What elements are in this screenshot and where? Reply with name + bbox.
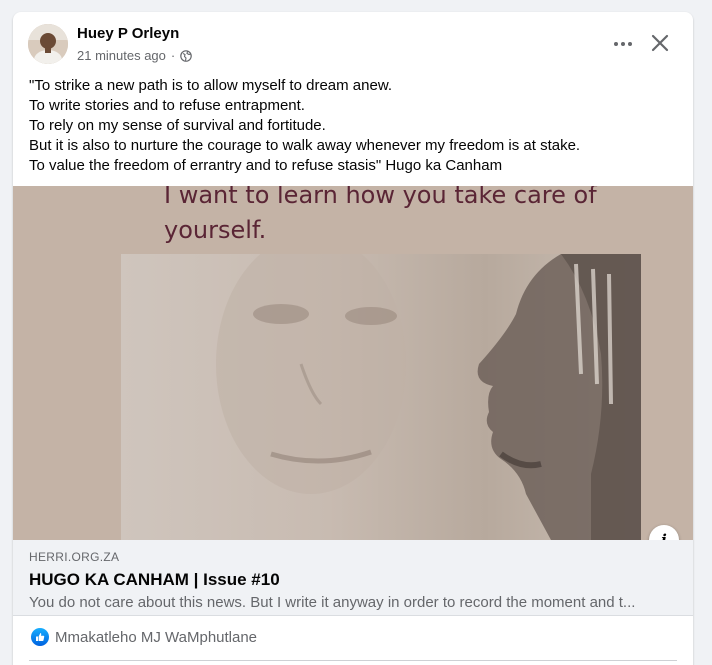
portrait-photo [121, 234, 641, 540]
link-preview-meta[interactable]: HERRI.ORG.ZA HUGO KA CANHAM | Issue #10 … [13, 540, 693, 616]
post-card: Huey P Orleyn 21 minutes ago · "To strik… [13, 12, 693, 665]
link-domain: HERRI.ORG.ZA [29, 550, 120, 564]
link-preview-image[interactable]: I want to learn how you take care of you… [13, 186, 693, 540]
post-text-line: To value the freedom of errantry and to … [29, 157, 503, 174]
globe-icon[interactable] [180, 49, 193, 62]
post-text-line: "To strike a new path is to allow myself… [29, 77, 392, 94]
post-text-line: To write stories and to refuse entrapmen… [29, 97, 305, 114]
info-button[interactable]: i [649, 525, 679, 540]
post-text: "To strike a new path is to allow myself… [29, 76, 679, 176]
post-text-line: To rely on my sense of survival and fort… [29, 117, 326, 134]
more-options-button[interactable] [609, 30, 637, 58]
action-divider [29, 660, 677, 661]
image-caption-text: I want to learn how you take care of you… [164, 186, 597, 244]
post-meta: 21 minutes ago · [77, 48, 193, 63]
link-description: You do not care about this news. But I w… [29, 594, 636, 611]
more-icon [614, 42, 632, 46]
meta-separator: · [170, 48, 176, 63]
close-button[interactable] [645, 28, 675, 58]
close-icon [651, 34, 669, 52]
author-avatar[interactable] [28, 24, 68, 64]
post-text-line: But it is also to nurture the courage to… [29, 137, 581, 154]
reactions-summary[interactable]: Mmakatleho MJ WaMphutlane [31, 628, 257, 646]
like-icon [31, 628, 49, 646]
link-title[interactable]: HUGO KA CANHAM | Issue #10 [29, 570, 280, 590]
avatar-image [28, 24, 68, 64]
post-timestamp[interactable]: 21 minutes ago [77, 48, 166, 63]
author-name[interactable]: Huey P Orleyn [77, 25, 179, 42]
reactor-names[interactable]: Mmakatleho MJ WaMphutlane [55, 629, 257, 646]
